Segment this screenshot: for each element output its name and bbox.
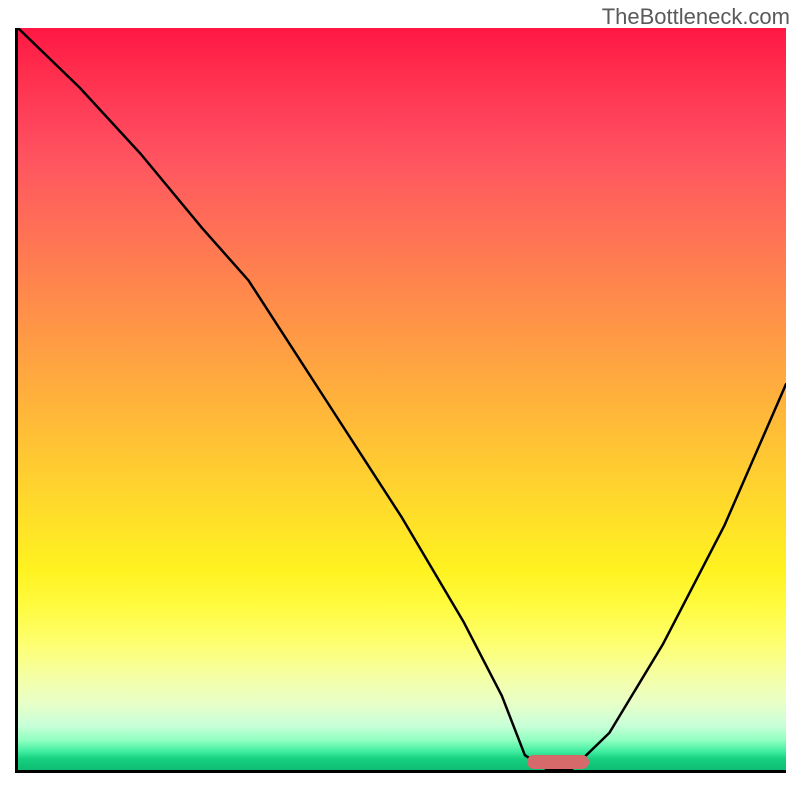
plot-area [15,28,786,773]
optimal-range-marker [527,755,589,769]
bottleneck-curve [18,28,786,770]
watermark-text: TheBottleneck.com [602,4,790,30]
